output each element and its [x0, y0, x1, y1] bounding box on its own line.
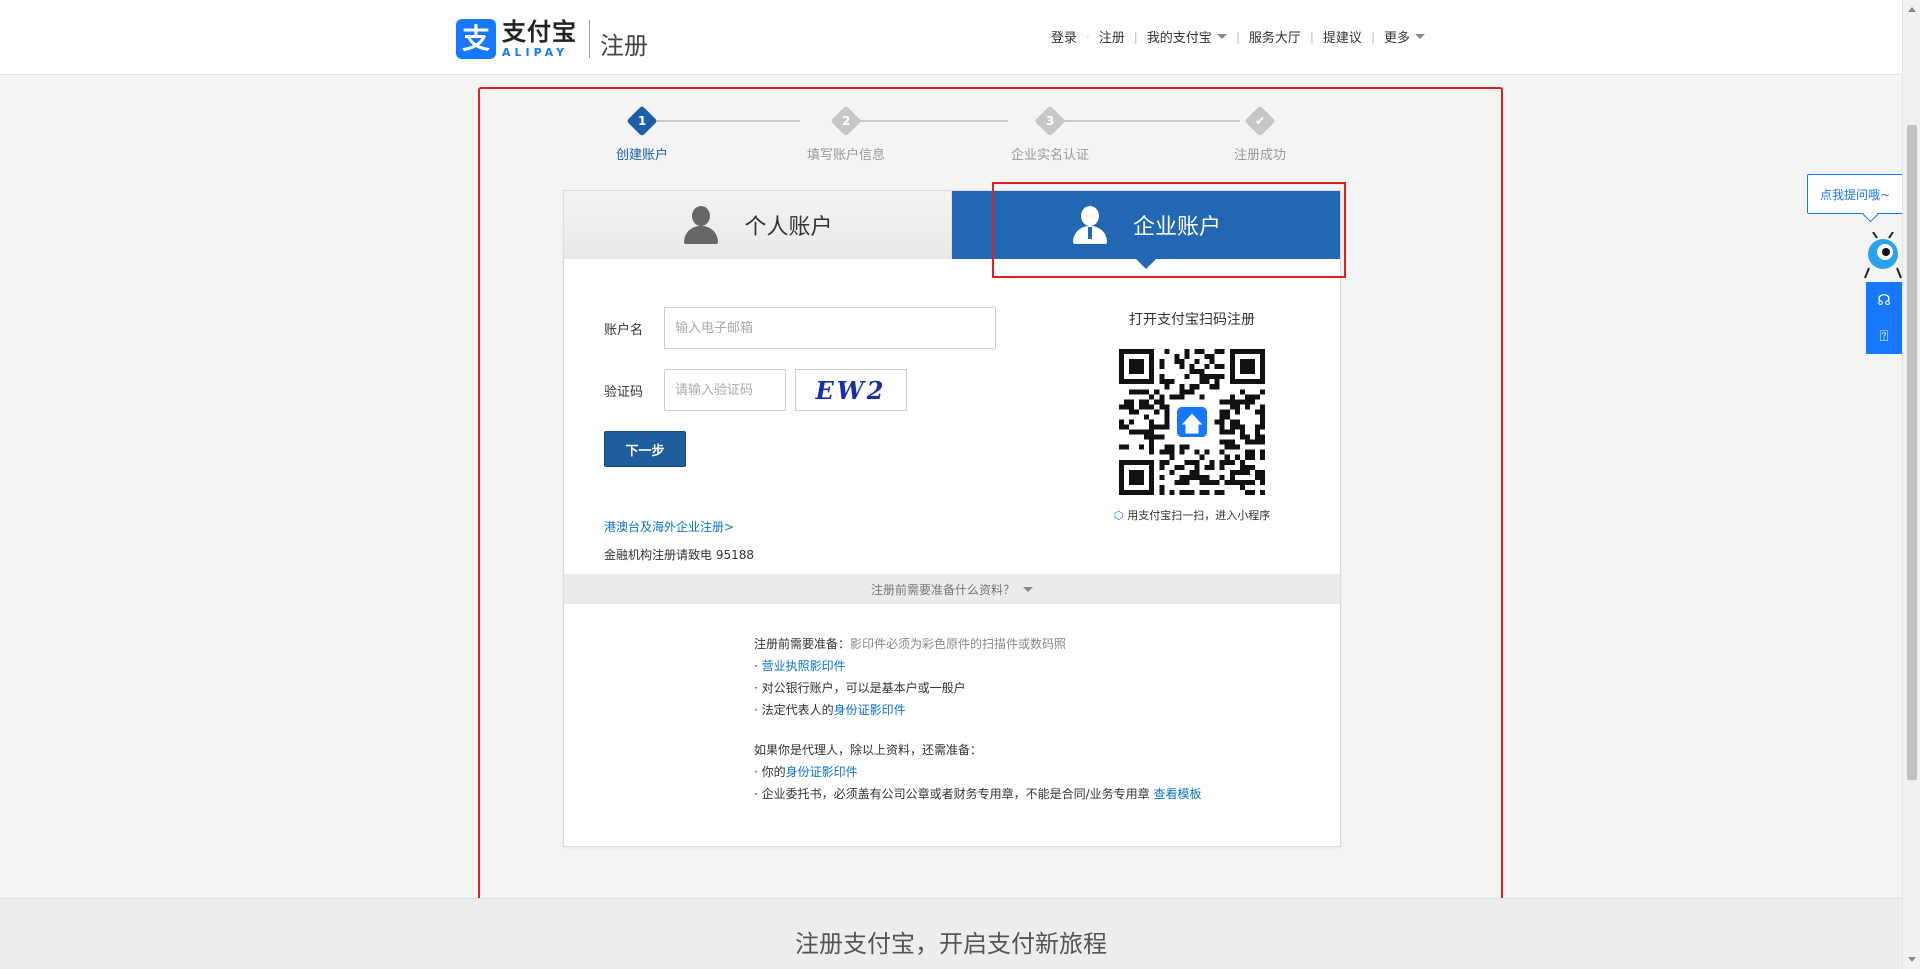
- check-icon: ✔: [1244, 105, 1276, 137]
- more-menu[interactable]: 更多: [1375, 27, 1434, 46]
- list-item: · 企业委托书，必须盖有公司公章或者财务专用章，不能是合同/业务专用章 查看模板: [754, 783, 1202, 805]
- step-label: 创建账户: [615, 148, 668, 163]
- logo-divider: [589, 20, 590, 58]
- step-number: 2: [841, 113, 851, 128]
- account-row: 账户名: [604, 307, 1004, 349]
- chevron-down-icon: [1023, 586, 1033, 592]
- register-card: 个人账户 企业账户 账户名 验证码 EW2 下一步 港澳台及海外企业注册> 金融…: [563, 190, 1341, 847]
- qr-code: [1119, 349, 1265, 495]
- my-alipay-label: 我的支付宝: [1146, 31, 1212, 46]
- finance-institution-tip: 金融机构注册请致电 95188: [604, 548, 754, 562]
- step-number: 3: [1045, 113, 1055, 128]
- more-label: 更多: [1383, 31, 1410, 46]
- ant-mascot-icon[interactable]: [1863, 231, 1903, 280]
- prep-intro-note: 影印件必须为彩色原件的扫描件或数码照: [850, 637, 1067, 651]
- tab-personal-label: 个人账户: [744, 215, 833, 240]
- list-item-text: · 企业委托书，必须盖有公司公章或者财务专用章，不能是合同/业务专用章: [754, 787, 1154, 801]
- question-icon[interactable]: ⍰: [1866, 318, 1902, 354]
- chevron-down-icon: [1216, 34, 1227, 39]
- step-marker: 1: [626, 105, 658, 137]
- prep-requirements: 注册前需要准备：影印件必须为彩色原件的扫描件或数码照 · 营业执照影印件 · 对…: [754, 633, 1202, 805]
- legal-rep-id-link[interactable]: 身份证影印件: [834, 703, 906, 717]
- list-item-text: ·: [754, 659, 762, 673]
- step-number: 1: [637, 113, 647, 128]
- list-item: · 法定代表人的身份证影印件: [754, 699, 1202, 721]
- step-create-account: 1 创建账户: [582, 104, 702, 163]
- scroll-up-icon[interactable]: [1908, 7, 1916, 12]
- prep-toggle[interactable]: 注册前需要准备什么资料？: [564, 574, 1340, 604]
- tab-personal-account[interactable]: 个人账户: [564, 191, 952, 259]
- step-fill-info: 2 填写账户信息: [786, 104, 906, 163]
- step-label: 注册成功: [1233, 148, 1286, 163]
- prep-toggle-label: 注册前需要准备什么资料？: [870, 582, 1015, 597]
- logo-chinese: 支付宝: [502, 18, 577, 46]
- captcha-label: 验证码: [604, 384, 644, 400]
- account-email-input[interactable]: [664, 307, 996, 349]
- register-form: 账户名 验证码 EW2 下一步: [604, 307, 1004, 467]
- progress-steps: 1 创建账户 2 填写账户信息 3 企业实名认证 ✔ 注册成功: [600, 104, 1300, 164]
- top-nav: 登录 · 注册 | 我的支付宝 | 服务大厅 | 提建议 | 更多: [1042, 27, 1434, 46]
- view-template-link[interactable]: 查看模板: [1154, 787, 1202, 801]
- chevron-down-icon: [1415, 34, 1425, 39]
- captcha-image[interactable]: EW2: [795, 369, 907, 411]
- step-success: ✔ 注册成功: [1200, 104, 1320, 163]
- alipay-logo[interactable]: 支 支付宝 ALIPAY 注册: [456, 19, 648, 60]
- login-link[interactable]: 登录: [1042, 27, 1086, 46]
- next-step-button[interactable]: 下一步: [604, 431, 686, 467]
- logo-english: ALIPAY: [502, 46, 569, 59]
- help-bubble[interactable]: 点我提问哦~: [1807, 174, 1903, 214]
- step-marker: 3: [1034, 105, 1066, 137]
- list-item: · 你的身份证影印件: [754, 761, 1202, 783]
- prep-intro-label: 注册前需要准备：: [754, 637, 851, 651]
- top-header: 支 支付宝 ALIPAY 注册 登录 · 注册 | 我的支付宝 | 服务大厅 |…: [0, 0, 1902, 75]
- user-icon: [682, 206, 720, 244]
- agent-intro: 如果你是代理人，除以上资料，还需准备：: [754, 743, 983, 757]
- qr-caption-text: 用支付宝扫一扫，进入小程序: [1127, 509, 1271, 522]
- step-marker: 2: [830, 105, 862, 137]
- scroll-down-icon[interactable]: [1908, 957, 1916, 962]
- side-toolbar: ☊ ⍰: [1866, 282, 1902, 354]
- logo-text: 支付宝 ALIPAY: [502, 20, 577, 58]
- captcha-row: 验证码 EW2: [604, 369, 1004, 411]
- list-item: · 对公银行账户，可以是基本户或一般户: [754, 677, 1202, 699]
- page-title: 注册: [600, 31, 648, 60]
- business-license-link[interactable]: 营业执照影印件: [762, 659, 846, 673]
- overseas-register-link[interactable]: 港澳台及海外企业注册>: [604, 518, 734, 535]
- step-label: 填写账户信息: [806, 148, 885, 163]
- agent-id-link[interactable]: 身份证影印件: [786, 765, 858, 779]
- highlight-box-business-tab: [992, 182, 1346, 278]
- my-alipay-menu[interactable]: 我的支付宝: [1138, 27, 1236, 46]
- list-item-text: · 你的: [754, 765, 786, 779]
- qr-title: 打开支付宝扫码注册: [1129, 312, 1255, 328]
- scroll-thumb[interactable]: [1907, 125, 1917, 780]
- alipay-logo-icon: 支: [456, 19, 496, 59]
- list-item-text: · 法定代表人的: [754, 703, 834, 717]
- list-item: · 营业执照影印件: [754, 655, 1202, 677]
- step-label: 企业实名认证: [1010, 148, 1089, 163]
- vertical-scrollbar[interactable]: [1902, 0, 1920, 969]
- service-hall-link[interactable]: 服务大厅: [1240, 27, 1310, 46]
- list-item-text: · 对公银行账户，可以是基本户或一般户: [754, 681, 966, 695]
- qr-caption: ⬡ 用支付宝扫一扫，进入小程序: [1092, 507, 1292, 523]
- headset-icon[interactable]: ☊: [1866, 282, 1902, 318]
- footer-slogan: 注册支付宝，开启支付新旅程: [795, 930, 1107, 958]
- register-link[interactable]: 注册: [1090, 27, 1134, 46]
- account-label: 账户名: [604, 322, 644, 338]
- prep-intro: 注册前需要准备：影印件必须为彩色原件的扫描件或数码照: [754, 633, 1202, 655]
- feedback-link[interactable]: 提建议: [1314, 27, 1371, 46]
- step-number: ✔: [1254, 114, 1266, 128]
- captcha-input[interactable]: [664, 369, 786, 411]
- qr-register-panel: 打开支付宝扫码注册 ⬡ 用支付宝扫一扫，进入小程序: [1092, 309, 1292, 523]
- step-verify: 3 企业实名认证: [990, 104, 1110, 163]
- mini-program-icon: ⬡: [1113, 508, 1124, 522]
